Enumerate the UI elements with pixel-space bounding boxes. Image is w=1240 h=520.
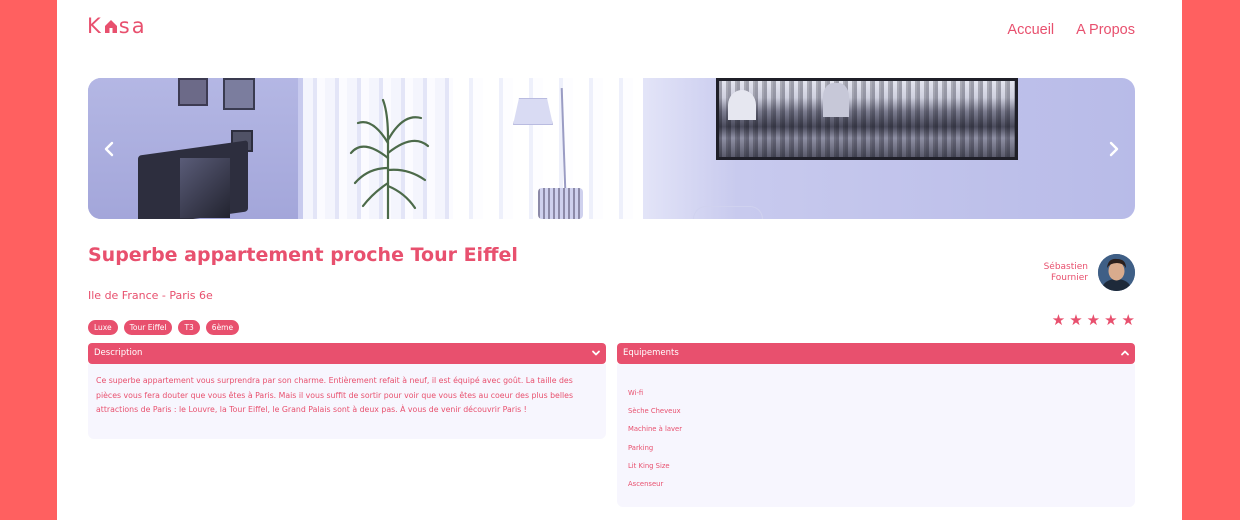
chevron-down-icon <box>592 350 600 356</box>
photo-frame <box>223 78 255 110</box>
photo-glass-table <box>693 206 763 219</box>
photo-plant <box>349 98 430 219</box>
description-toggle[interactable]: Description <box>88 343 606 364</box>
photo-frame <box>178 78 208 106</box>
carousel-prev-button[interactable] <box>102 140 116 158</box>
list-item: Lit King Size <box>628 461 670 470</box>
description-label: Description <box>94 348 143 358</box>
main-nav: Accueil A Propos <box>1007 22 1135 38</box>
host-first-name: Sébastien <box>1043 261 1088 272</box>
listing-title: Superbe appartement proche Tour Eiffel <box>88 244 518 266</box>
star-icon: ★ <box>1104 311 1118 329</box>
logo-letters-sa: sa <box>118 14 147 38</box>
star-icon: ★ <box>1121 311 1135 329</box>
photo-lamp <box>513 98 553 125</box>
chevron-right-icon <box>1109 141 1119 157</box>
equipements-panel: Equipements Wi-fi Sèche Cheveux Machine … <box>617 343 1135 507</box>
equipements-list: Wi-fi Sèche Cheveux Machine à laver Park… <box>617 364 1135 507</box>
chevron-left-icon <box>104 141 114 157</box>
photo-painting <box>716 78 1018 160</box>
listing-location: Ile de France - Paris 6e <box>88 289 213 302</box>
photo-carousel <box>88 78 1135 219</box>
carousel-next-button[interactable] <box>1107 140 1121 158</box>
equipements-label: Equipements <box>623 348 679 358</box>
list-item: Machine à laver <box>628 425 682 434</box>
host-last-name: Fournier <box>1050 272 1088 283</box>
page: K sa Accueil A Propos Superbe appartemen… <box>57 0 1182 520</box>
tag-list: Luxe Tour Eiffel T3 6ème <box>88 320 240 335</box>
photo-chair <box>538 188 583 219</box>
star-icon: ★ <box>1086 311 1101 329</box>
description-panel: Description Ce superbe appartement vous … <box>88 343 606 439</box>
kasa-logo[interactable]: K sa <box>87 14 147 38</box>
list-item: Ascenseur <box>628 480 664 489</box>
logo-letter-k: K <box>87 14 103 38</box>
list-item: Wi-fi <box>628 389 644 397</box>
chevron-up-icon <box>1121 350 1129 356</box>
tag: 6ème <box>205 320 240 335</box>
description-text: Ce superbe appartement vous surprendra p… <box>88 364 606 439</box>
photo-painting-dome <box>728 90 756 120</box>
equipements-toggle[interactable]: Equipements <box>617 343 1135 364</box>
star-icon: ★ <box>1069 311 1083 329</box>
tag: Luxe <box>88 320 118 335</box>
avatar <box>1098 254 1135 291</box>
tag: Tour Eiffel <box>123 320 173 335</box>
nav-accueil[interactable]: Accueil <box>1007 22 1054 38</box>
nav-a-propos[interactable]: A Propos <box>1076 22 1135 38</box>
rating-stars: ★ ★ ★ ★ ★ <box>1052 312 1135 329</box>
photo-painting-dome <box>823 83 849 117</box>
host-info: Sébastien Fournier <box>1044 254 1135 291</box>
photo-tv-screen <box>180 158 230 218</box>
host-name: Sébastien Fournier <box>1044 262 1088 284</box>
list-item: Parking <box>628 443 654 452</box>
list-item: Sèche Cheveux <box>628 407 681 416</box>
house-icon <box>104 18 118 34</box>
star-icon: ★ <box>1051 311 1066 329</box>
tag: T3 <box>178 320 200 335</box>
